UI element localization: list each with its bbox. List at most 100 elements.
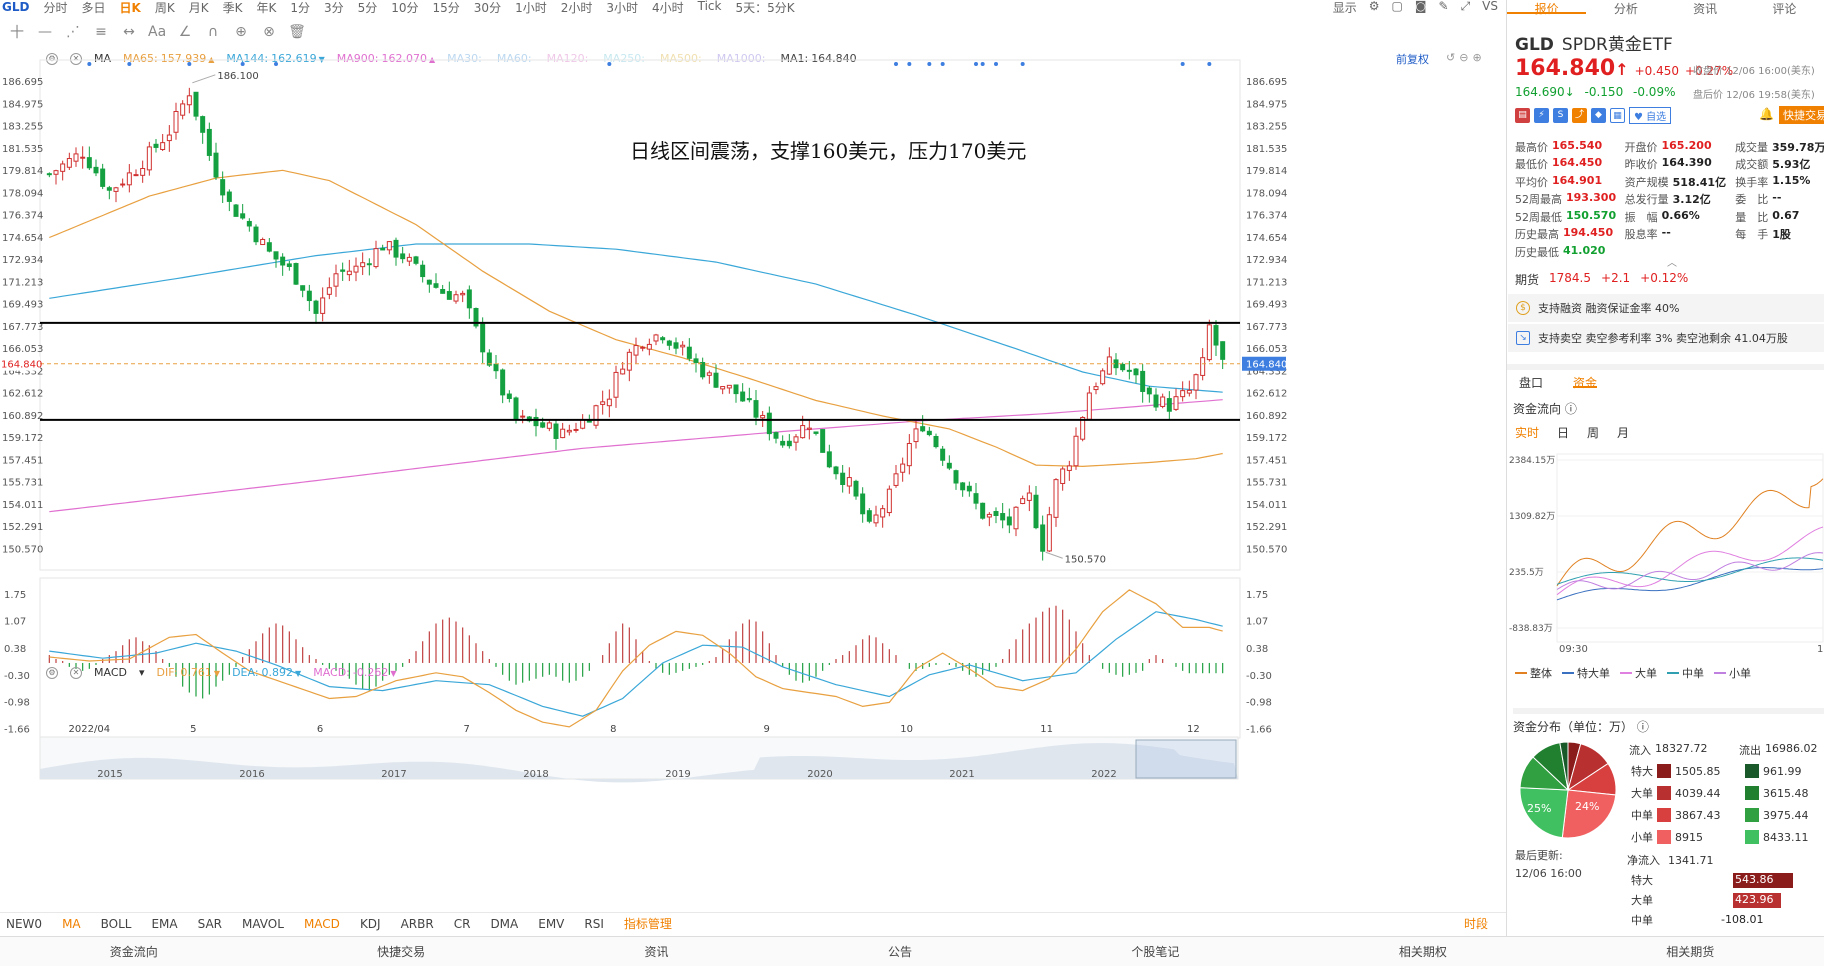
period-5[interactable]: 季K [223, 0, 243, 15]
period-1[interactable]: 多日 [81, 0, 105, 15]
indicator-cr[interactable]: CR [454, 917, 471, 931]
period-3[interactable]: 周K [155, 0, 175, 15]
event-marker[interactable] [1020, 62, 1025, 66]
margin-notice[interactable]: $ 支持融资 融资保证金率 40% [1508, 294, 1824, 322]
s-badge-icon[interactable]: S [1553, 108, 1568, 123]
indicator-rsi[interactable]: RSI [584, 917, 604, 931]
event-marker[interactable] [980, 62, 985, 66]
lightning-icon[interactable]: ⚡ [1534, 108, 1549, 123]
indicator-boll[interactable]: BOLL [101, 917, 132, 931]
add-watchlist-button[interactable]: ♥ 自选 [1629, 107, 1672, 124]
camera-icon[interactable]: ◙ [1415, 0, 1427, 14]
period-8[interactable]: 3分 [324, 0, 344, 15]
tag-icon[interactable]: ◆ [1591, 108, 1606, 123]
event-marker[interactable] [994, 62, 998, 66]
event-marker[interactable] [927, 62, 932, 66]
flow-tab-3[interactable]: 月 [1617, 424, 1629, 441]
share-icon[interactable]: ⤴ [1572, 108, 1587, 123]
period-13[interactable]: 1小时 [515, 0, 547, 15]
indicator-emv[interactable]: EMV [538, 917, 564, 931]
compare-button[interactable]: VS [1482, 0, 1498, 14]
bottom-tab-6[interactable]: 相关期货 [1666, 943, 1714, 960]
period-6[interactable]: 年K [256, 0, 276, 15]
indicator-ma[interactable]: MA [62, 917, 81, 931]
bottom-tab-1[interactable]: 快捷交易 [377, 943, 425, 960]
bottom-tab-5[interactable]: 相关期权 [1399, 943, 1447, 960]
period-4[interactable]: 月K [189, 0, 209, 15]
event-marker[interactable] [974, 62, 978, 66]
panel-tab-0[interactable]: 报价 [1507, 0, 1587, 16]
flow-legend-item[interactable]: 特大单 [1562, 665, 1610, 681]
draw-tool-4[interactable]: ↔ [120, 24, 138, 40]
draw-tool-10[interactable]: 🗑 [288, 24, 306, 40]
period-10[interactable]: 10分 [391, 0, 418, 15]
subtab-1[interactable]: 资金 [1573, 374, 1598, 390]
indicator-new0[interactable]: NEW0 [6, 917, 42, 931]
collapse-chevron-icon[interactable]: ︿ [1667, 254, 1677, 269]
panel-tab-1[interactable]: 分析 [1586, 0, 1665, 16]
period-14[interactable]: 2小时 [561, 0, 593, 15]
indicator-arbr[interactable]: ARBR [401, 917, 434, 931]
flow-tab-1[interactable]: 日 [1557, 424, 1569, 441]
subtab-0[interactable]: 盘口 [1519, 374, 1543, 390]
period-0[interactable]: 分时 [43, 0, 67, 15]
period-9[interactable]: 5分 [358, 0, 378, 15]
event-marker[interactable] [907, 62, 912, 66]
indicator-dma[interactable]: DMA [490, 917, 518, 931]
flow-tab-0[interactable]: 实时 [1515, 424, 1539, 441]
doc-icon[interactable]: ▦ [1610, 108, 1625, 123]
indicator-macd[interactable]: MACD [304, 917, 340, 931]
draw-tool-0[interactable]: 十 [8, 22, 26, 42]
event-marker[interactable] [240, 62, 245, 66]
close-icon[interactable]: ✕ [70, 666, 82, 679]
bottom-tab-0[interactable]: 资金流向 [110, 943, 158, 960]
short-sell-notice[interactable]: ↘ 支持卖空 卖空参考利率 3% 卖空池剩余 41.04万股 [1508, 324, 1824, 352]
macd-label[interactable]: MACD [94, 666, 127, 679]
draw-tool-7[interactable]: ∩ [204, 24, 222, 40]
indicator-ema[interactable]: EMA [151, 917, 177, 931]
kline-chart[interactable]: 186.695 186.695 184.975 184.975 183.255 183.2… [0, 44, 1506, 910]
event-marker[interactable] [274, 62, 278, 66]
flow-legend-item[interactable]: 中单 [1667, 665, 1704, 681]
period-2[interactable]: 日K [120, 0, 141, 15]
bottom-tab-4[interactable]: 个股笔记 [1131, 943, 1179, 960]
alert-bell-icon[interactable]: 🔔 [1759, 107, 1774, 121]
event-marker[interactable] [607, 62, 612, 66]
draw-tool-8[interactable]: ⊕ [232, 24, 250, 40]
event-marker[interactable] [1180, 62, 1185, 66]
chevron-down-icon[interactable]: ▾ [139, 666, 145, 679]
period-17[interactable]: Tick [698, 0, 722, 14]
draw-tool-1[interactable]: — [36, 24, 54, 40]
event-marker[interactable] [1207, 62, 1212, 66]
period-7[interactable]: 1分 [290, 0, 310, 15]
flow-legend-item[interactable]: 大单 [1620, 665, 1657, 681]
event-marker[interactable] [894, 62, 898, 66]
overview-window[interactable] [1135, 739, 1237, 779]
flow-legend-item[interactable]: 整体 [1515, 665, 1552, 681]
indicator-sar[interactable]: SAR [198, 917, 222, 931]
event-marker[interactable] [187, 62, 192, 66]
flow-tab-2[interactable]: 周 [1587, 424, 1599, 441]
indicator-manage[interactable]: 指标管理 [624, 915, 672, 932]
indicator-kdj[interactable]: KDJ [360, 917, 381, 931]
period-16[interactable]: 4小时 [652, 0, 684, 15]
event-marker[interactable] [87, 62, 92, 66]
draw-tool-6[interactable]: ∠ [176, 24, 194, 40]
draw-tool-3[interactable]: ≡ [92, 24, 110, 40]
layout-icon[interactable]: ▢ [1392, 0, 1403, 14]
bottom-tab-3[interactable]: 公告 [888, 943, 912, 960]
draw-tool-2[interactable]: ⋰ [64, 24, 82, 40]
event-marker[interactable] [127, 62, 132, 66]
settings-icon[interactable]: ⚙ [46, 666, 58, 679]
indicator-mavol[interactable]: MAVOL [242, 917, 284, 931]
symbol-label[interactable]: GLD [2, 0, 29, 14]
draw-tool-9[interactable]: ⊗ [260, 24, 278, 40]
period-15[interactable]: 3小时 [606, 0, 638, 15]
event-marker[interactable] [940, 62, 945, 66]
draw-icon[interactable]: ✎ [1439, 0, 1449, 14]
bottom-tab-2[interactable]: 资讯 [645, 943, 669, 960]
panel-tab-3[interactable]: 评论 [1745, 0, 1824, 16]
fullscreen-icon[interactable]: ⤢ [1461, 0, 1471, 14]
period-11[interactable]: 15分 [433, 0, 460, 15]
multi-day-select[interactable]: 5天：5分K [735, 0, 794, 15]
